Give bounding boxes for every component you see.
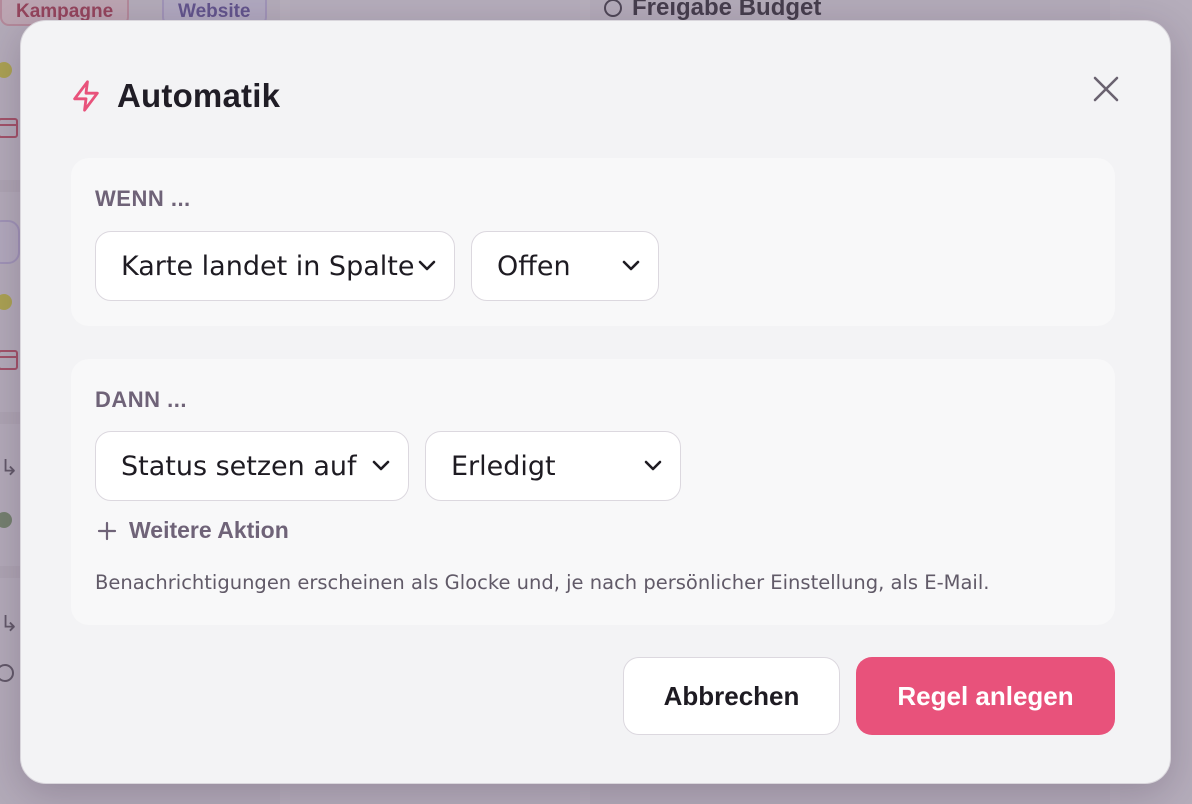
automation-dialog: Automatik WENN ... Karte landet in Spalt… xyxy=(20,20,1171,784)
chevron-down-icon xyxy=(644,460,662,471)
close-button[interactable] xyxy=(1086,69,1126,109)
trigger-select-value: Karte landet in Spalte xyxy=(121,250,415,282)
then-label: DANN ... xyxy=(95,387,187,412)
when-label: WENN ... xyxy=(95,186,191,211)
status-select-value: Erledigt xyxy=(451,450,556,482)
column-select-value: Offen xyxy=(497,250,571,282)
action-select[interactable]: Status setzen auf xyxy=(95,431,409,501)
chevron-down-icon xyxy=(372,460,390,471)
chevron-down-icon xyxy=(418,260,436,271)
when-section: WENN ... Karte landet in Spalte Offen xyxy=(71,158,1115,326)
cancel-button[interactable]: Abbrechen xyxy=(623,657,840,735)
status-select[interactable]: Erledigt xyxy=(425,431,681,501)
column-select[interactable]: Offen xyxy=(471,231,659,301)
close-icon xyxy=(1093,76,1119,102)
create-rule-button[interactable]: Regel anlegen xyxy=(856,657,1115,735)
add-action-label: Weitere Aktion xyxy=(129,517,289,543)
notification-hint: Benachrichtigungen erscheinen als Glocke… xyxy=(95,571,990,594)
lightning-bolt-icon xyxy=(73,80,99,112)
trigger-select[interactable]: Karte landet in Spalte xyxy=(95,231,455,301)
then-section: DANN ... Status setzen auf Erledigt Weit… xyxy=(71,359,1115,625)
action-select-value: Status setzen auf xyxy=(121,450,357,482)
add-action-button[interactable]: Weitere Aktion xyxy=(97,517,289,544)
dialog-title: Automatik xyxy=(117,77,281,114)
plus-icon xyxy=(97,521,117,540)
dialog-header: Automatik xyxy=(69,77,280,115)
chevron-down-icon xyxy=(622,260,640,271)
